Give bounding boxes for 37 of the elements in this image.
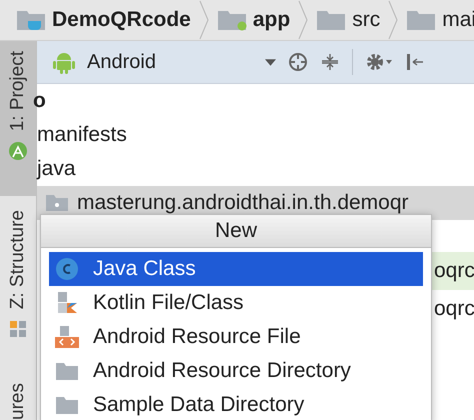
tree-item[interactable]: o: [33, 89, 46, 113]
tree-row[interactable]: oqrc: [430, 252, 474, 290]
chevron-icon: [298, 0, 308, 40]
menu-item[interactable]: Android Resource File: [49, 320, 423, 354]
breadcrumb-item[interactable]: app: [252, 8, 290, 32]
folder-icon: [316, 9, 346, 31]
chevron-icon: [198, 0, 209, 40]
collapse-icon[interactable]: [320, 52, 340, 72]
menu-item[interactable]: Java Class: [49, 252, 423, 286]
settings-icon[interactable]: [365, 52, 393, 72]
breadcrumb-item[interactable]: DemoQRcode: [52, 8, 191, 32]
view-selector[interactable]: Android: [87, 50, 253, 74]
resource-file-icon: [55, 325, 79, 349]
class-icon: [55, 257, 79, 281]
tree-row[interactable]: oqrc: [430, 290, 474, 328]
tree-item-label: masterung.androidthai.in.th.demoqr: [77, 191, 409, 215]
chevron-icon: [388, 0, 398, 40]
breadcrumb-item[interactable]: src: [352, 8, 380, 32]
folder-icon: [216, 9, 247, 31]
side-tab[interactable]: ures: [0, 363, 36, 420]
side-tab[interactable]: Z: Structure: [0, 204, 36, 349]
menu-item[interactable]: Android Resource Directory: [49, 354, 423, 388]
menu-item[interactable]: Kotlin File/Class: [49, 286, 423, 320]
package-icon: [45, 194, 69, 212]
project-folder-icon: [16, 9, 46, 31]
tree-item[interactable]: manifests: [37, 123, 127, 147]
kotlin-file-icon: [55, 291, 79, 315]
dropdown-caret-icon[interactable]: [265, 58, 276, 66]
target-icon[interactable]: [288, 52, 308, 72]
android-icon: [53, 50, 75, 74]
tree-item[interactable]: java: [37, 157, 76, 181]
hide-panel-icon[interactable]: [405, 52, 425, 72]
popup-title: New: [41, 215, 431, 248]
structure-icon: [8, 319, 28, 339]
folder-icon: [406, 9, 436, 31]
menu-item[interactable]: Sample Data Directory: [49, 388, 423, 420]
android-studio-icon: [8, 141, 28, 162]
